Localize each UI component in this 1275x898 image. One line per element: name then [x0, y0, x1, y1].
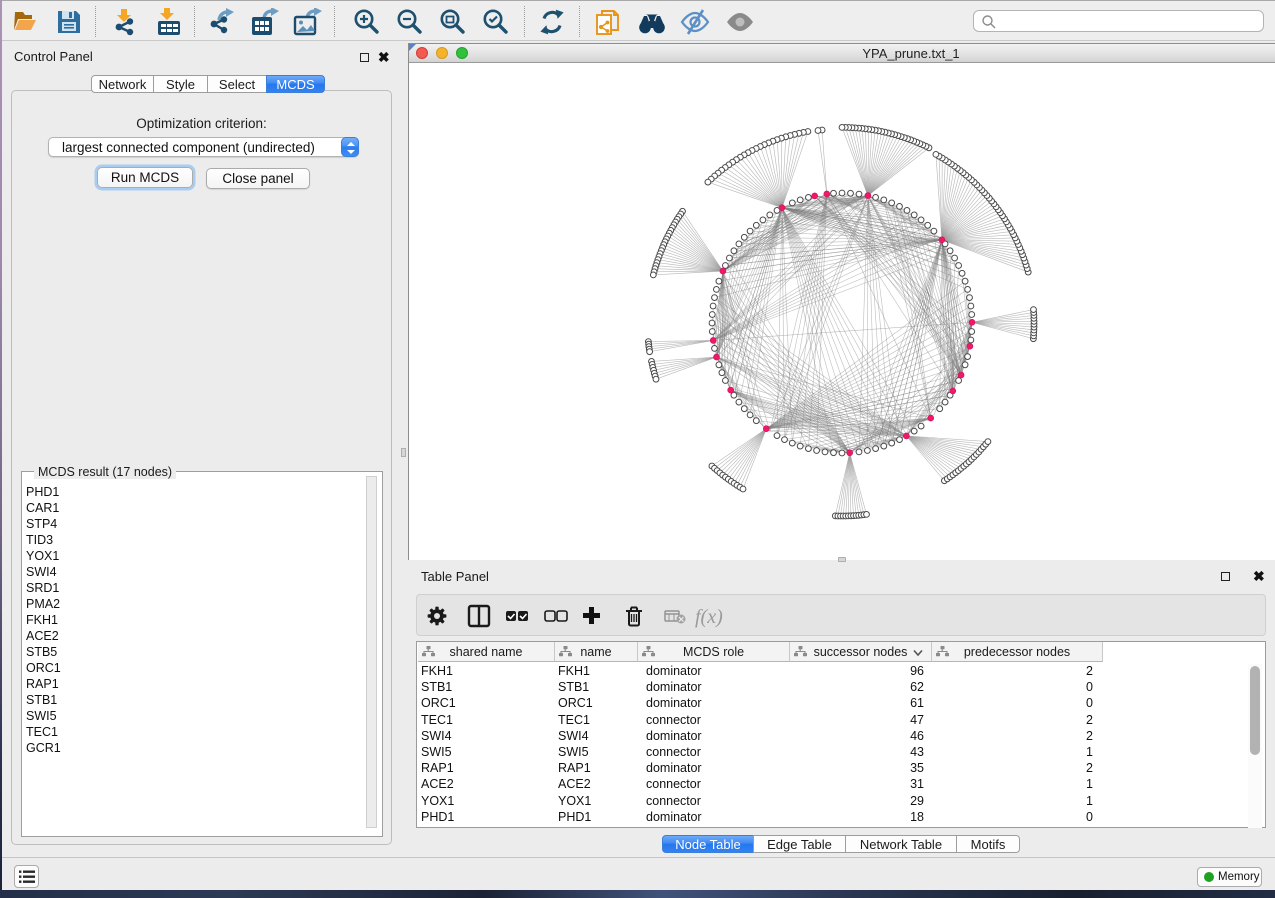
- svg-text:f(x): f(x): [695, 606, 723, 628]
